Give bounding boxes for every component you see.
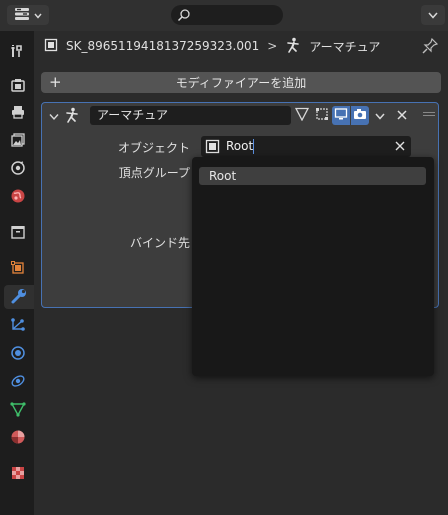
chevron-down-icon	[375, 109, 385, 123]
drag-handle[interactable]	[423, 112, 435, 118]
tab-data[interactable]	[6, 398, 30, 422]
options-dropdown[interactable]	[421, 5, 445, 25]
chevron-down-icon	[34, 8, 42, 22]
modifier-options-dropdown[interactable]	[371, 106, 389, 125]
breadcrumb-object-name: SK_8965119418137259323.001	[66, 39, 260, 53]
modifier-panel-header: アーマチュア	[42, 103, 438, 128]
plus-icon: +	[49, 73, 62, 91]
realtime-toggle[interactable]	[332, 106, 350, 125]
tab-world[interactable]	[6, 185, 30, 209]
breadcrumb: SK_8965119418137259323.001 > アーマチュア	[34, 31, 448, 61]
tab-texture[interactable]	[6, 462, 30, 486]
mesh-data-icon	[10, 401, 26, 420]
image-stack-icon	[10, 132, 26, 151]
close-icon	[397, 109, 407, 123]
tab-particles[interactable]	[6, 314, 30, 338]
printer-icon	[10, 104, 26, 123]
on-cage-toggle[interactable]	[293, 106, 311, 125]
checker-texture-icon	[10, 465, 26, 484]
remove-modifier-button[interactable]	[393, 106, 411, 125]
object-label: オブジェクト	[117, 141, 190, 155]
object-data-icon	[44, 38, 58, 55]
wrench-screwdriver-icon	[10, 43, 26, 62]
modifier-name-field[interactable]: アーマチュア	[90, 106, 291, 125]
tab-scene[interactable]	[6, 157, 30, 181]
tab-render[interactable]	[6, 74, 30, 98]
scene-icon	[10, 160, 26, 179]
armature-icon	[285, 37, 301, 56]
properties-tab-column	[0, 31, 34, 515]
add-modifier-button[interactable]: + モディファイアーを追加	[41, 72, 441, 93]
properties-editor-icon	[14, 7, 30, 24]
vertex-group-label: 頂点グループ	[118, 166, 190, 180]
monitor-icon	[334, 107, 348, 124]
search-input[interactable]	[171, 5, 283, 25]
tab-constraints[interactable]	[6, 370, 30, 394]
header-bar	[0, 0, 448, 31]
tab-view-layer[interactable]	[6, 129, 30, 153]
collection-box-icon	[10, 224, 26, 243]
text-cursor	[253, 139, 254, 154]
pin-icon	[422, 37, 439, 57]
camera-icon	[353, 107, 367, 124]
wrench-icon	[10, 287, 28, 308]
particles-icon	[10, 317, 26, 336]
camera-back-icon	[10, 77, 26, 96]
edit-mode-toggle[interactable]	[313, 106, 331, 125]
tab-object[interactable]	[6, 257, 30, 281]
chevron-down-icon	[428, 8, 438, 22]
bind-to-label: バインド先	[129, 236, 190, 250]
tab-output[interactable]	[6, 101, 30, 125]
armature-icon	[64, 107, 80, 126]
world-icon	[10, 188, 26, 207]
render-toggle[interactable]	[351, 106, 369, 125]
tab-modifiers[interactable]	[4, 285, 34, 309]
breadcrumb-separator: >	[267, 39, 278, 53]
object-field[interactable]: Root	[201, 136, 411, 157]
edit-mode-icon	[315, 107, 329, 124]
clear-icon[interactable]	[393, 139, 407, 156]
tab-physics[interactable]	[6, 342, 30, 366]
constraints-icon	[10, 373, 26, 392]
properties-main: SK_8965119418137259323.001 > アーマチュア + モデ…	[34, 31, 448, 515]
object-field-value: Root	[226, 139, 254, 153]
add-modifier-label: モディファイアーを追加	[175, 76, 307, 90]
tab-material[interactable]	[6, 426, 30, 450]
tab-tool[interactable]	[6, 40, 30, 64]
editor-type-selector[interactable]	[7, 5, 49, 25]
popup-item-root[interactable]: Root	[199, 167, 426, 185]
tab-collection[interactable]	[6, 221, 30, 245]
object-square-icon	[10, 260, 26, 279]
breadcrumb-modifier-name: アーマチュア	[309, 39, 381, 54]
object-data-icon	[205, 139, 220, 157]
chevron-down-icon[interactable]	[49, 110, 59, 124]
material-sphere-icon	[10, 429, 26, 448]
vertex-triangle-icon	[294, 107, 310, 124]
object-search-popup: Root	[192, 157, 434, 376]
physics-icon	[10, 345, 26, 364]
pin-button[interactable]	[422, 37, 439, 57]
